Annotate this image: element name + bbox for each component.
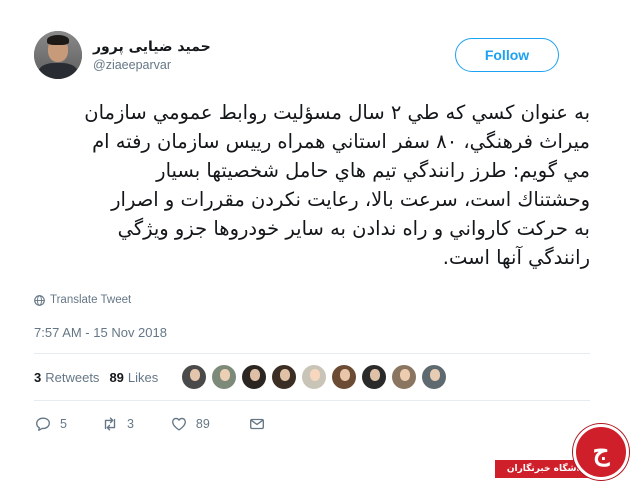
tweet-timestamp[interactable]: 7:57 AM - 15 Nov 2018 bbox=[34, 325, 167, 340]
heart-icon bbox=[171, 417, 186, 431]
retweets-stat[interactable]: 3 Retweets bbox=[34, 370, 99, 385]
like-count: 89 bbox=[195, 417, 210, 431]
liker-avatar-face bbox=[310, 369, 320, 381]
retweet-button[interactable]: 3 bbox=[101, 415, 134, 433]
tweet-text-line: به حركت كارواني و راه ندادن به ساير خودر… bbox=[117, 217, 590, 240]
liker-avatar[interactable] bbox=[391, 364, 417, 390]
tweet-text: به عنوان كسي كه طي ٢ سال مسؤليت روابط عم… bbox=[34, 98, 590, 272]
retweet-icon bbox=[104, 417, 116, 431]
user-handle[interactable]: @ziaeeparvar bbox=[93, 58, 171, 72]
liker-avatar[interactable] bbox=[241, 364, 267, 390]
liker-avatar[interactable] bbox=[211, 364, 237, 390]
reply-button[interactable]: 5 bbox=[34, 415, 67, 433]
liker-avatar-face bbox=[400, 369, 410, 381]
user-avatar[interactable] bbox=[34, 31, 82, 79]
liker-avatar-face bbox=[340, 369, 350, 381]
likes-stat[interactable]: 89 Likes bbox=[109, 370, 158, 385]
liker-avatar-face bbox=[280, 369, 290, 381]
envelope-icon bbox=[249, 418, 264, 430]
liker-avatar-face bbox=[430, 369, 440, 381]
liker-avatars bbox=[181, 364, 451, 390]
liker-avatar[interactable] bbox=[301, 364, 327, 390]
liker-avatar[interactable] bbox=[331, 364, 357, 390]
watermark-logo: ج bbox=[573, 424, 629, 480]
translate-tweet-link[interactable]: Translate Tweet bbox=[34, 294, 131, 306]
liker-avatar-face bbox=[370, 369, 380, 381]
tweet-actions: 5 3 89 bbox=[34, 415, 266, 433]
liker-avatar[interactable] bbox=[361, 364, 387, 390]
tweet-text-line: وحشتناك است، سرعت بالا، رعايت نكردن مقرر… bbox=[111, 188, 590, 211]
liker-avatar[interactable] bbox=[421, 364, 447, 390]
liker-avatar[interactable] bbox=[271, 364, 297, 390]
reply-count: 5 bbox=[60, 417, 67, 431]
user-display-name[interactable]: حمید ضیایی پرور bbox=[93, 39, 211, 55]
liker-avatar-face bbox=[190, 369, 200, 381]
retweet-count: 3 bbox=[126, 417, 134, 431]
tweet-stats: 3 Retweets 89 Likes bbox=[34, 370, 158, 385]
liker-avatar-face bbox=[220, 369, 230, 381]
translate-tweet-label: Translate Tweet bbox=[50, 294, 132, 306]
tweet-text-line: مي گويم: طرز رانندگي تيم هاي حامل شخصيته… bbox=[156, 159, 590, 182]
retweets-count: 3 bbox=[34, 370, 42, 385]
divider bbox=[34, 353, 590, 354]
liker-avatar[interactable] bbox=[181, 364, 207, 390]
tweet-text-line: ميراث فرهنگي، ٨٠ سفر استاني همراه رييس س… bbox=[92, 130, 590, 153]
globe-icon bbox=[34, 294, 45, 306]
avatar-hair bbox=[47, 35, 69, 45]
avatar-body bbox=[38, 63, 78, 79]
tweet-text-line: به عنوان كسي كه طي ٢ سال مسؤليت روابط عم… bbox=[84, 101, 590, 124]
reply-icon bbox=[36, 417, 50, 431]
likes-label: Likes bbox=[127, 370, 159, 385]
news-agency-watermark: باشگاه خبرنگاران ج bbox=[495, 414, 631, 481]
likes-count: 89 bbox=[109, 370, 124, 385]
direct-message-button[interactable] bbox=[248, 415, 266, 433]
like-button[interactable]: 89 bbox=[170, 415, 210, 433]
divider bbox=[34, 400, 590, 401]
liker-avatar-face bbox=[250, 369, 260, 381]
tweet-text-line: رانندگي آنها است. bbox=[442, 246, 590, 269]
follow-button[interactable]: Follow bbox=[455, 38, 559, 72]
retweets-label: Retweets bbox=[45, 370, 100, 385]
